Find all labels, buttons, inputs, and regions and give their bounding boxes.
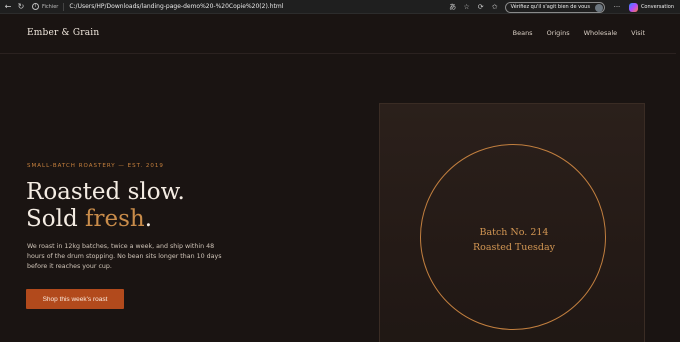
browser-toolbar: ← ↻ i Fichier C:/Users/HP/Downloads/land… [0, 0, 680, 14]
nav-link-origins[interactable]: Origins [547, 29, 570, 37]
copilot-button[interactable]: Conversation [628, 2, 674, 12]
nav-link-visit[interactable]: Visit [631, 29, 645, 37]
hero-title-line2-suffix: . [144, 206, 153, 232]
verify-label: Vérifiez qu'il s'agit bien de vous [510, 4, 590, 10]
copilot-label: Conversation [640, 4, 674, 10]
hero-description: We roast in 12kg batches, twice a week, … [27, 243, 222, 270]
translate-icon[interactable]: あ [447, 1, 459, 13]
landing-page: Ember & Grain Beans Origins Wholesale Vi… [0, 15, 680, 342]
batch-visual-panel: Batch No. 214 Roasted Tuesday [379, 103, 645, 342]
brand-logo[interactable]: Ember & Grain [27, 28, 99, 38]
batch-number: Batch No. 214 [479, 227, 549, 238]
page-scrollbar[interactable] [676, 15, 680, 342]
nav-link-wholesale[interactable]: Wholesale [584, 29, 618, 37]
batch-label: Batch No. 214 Roasted Tuesday [421, 225, 607, 255]
more-menu-icon[interactable]: ··· [611, 1, 623, 13]
refresh-icon[interactable]: ↻ [16, 2, 26, 12]
favorite-star-icon[interactable]: ☆ [461, 1, 473, 13]
hero-title: Roasted slow. Sold fresh. [26, 179, 185, 233]
nav-link-beans[interactable]: Beans [513, 29, 533, 37]
site-info-label: Fichier [42, 3, 59, 10]
address-divider [63, 2, 65, 11]
profile-avatar [594, 3, 603, 12]
address-bar[interactable]: C:/Users/HP/Downloads/landing-page-demo%… [69, 3, 283, 10]
main-nav: Beans Origins Wholesale Visit [499, 29, 645, 37]
site-header: Ember & Grain Beans Origins Wholesale Vi… [0, 15, 680, 54]
back-arrow-icon[interactable]: ← [3, 2, 13, 12]
batch-roast-day: Roasted Tuesday [472, 242, 556, 253]
hero-title-accent: fresh [85, 206, 145, 232]
hero-title-line2-prefix: Sold [26, 206, 85, 232]
hero-eyebrow: SMALL-BATCH ROASTERY — EST. 2019 [27, 163, 164, 169]
favorites-icon[interactable]: ✩ [489, 1, 501, 13]
profile-verify-button[interactable]: Vérifiez qu'il s'agit bien de vous [504, 1, 605, 13]
batch-ring: Batch No. 214 Roasted Tuesday [420, 144, 606, 330]
hero-title-line1: Roasted slow. [26, 179, 185, 205]
toolbar-right: あ ☆ ⟳ ✩ Vérifiez qu'il s'agit bien de vo… [447, 0, 680, 14]
copilot-icon [628, 2, 638, 12]
info-icon: i [32, 3, 39, 10]
shop-roast-button[interactable]: Shop this week's roast [26, 289, 124, 309]
refresh-page-icon[interactable]: ⟳ [475, 1, 487, 13]
site-info-button[interactable]: i Fichier [32, 3, 58, 10]
